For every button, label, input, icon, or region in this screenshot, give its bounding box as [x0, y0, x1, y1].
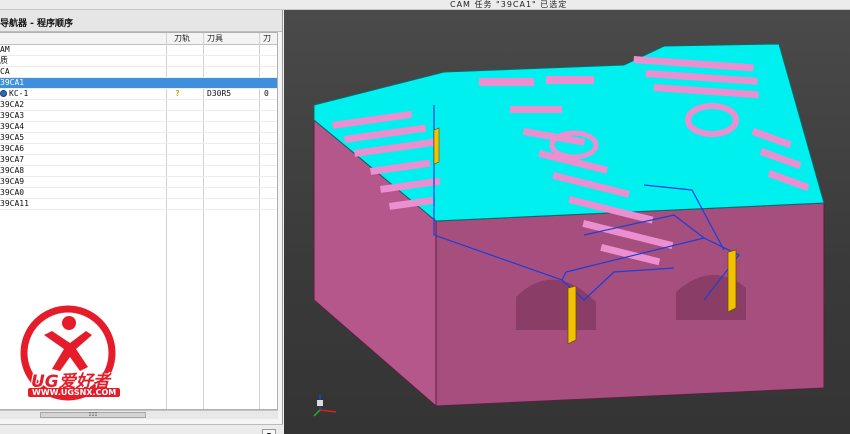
- row-name: 39CA11: [0, 199, 29, 208]
- row-name: 39CA8: [0, 166, 25, 175]
- row-tool-number: 0: [264, 89, 269, 98]
- list-item[interactable]: 39CA2: [0, 100, 277, 111]
- list-item[interactable]: 39CA8: [0, 166, 277, 177]
- column-tool-number[interactable]: 刀: [263, 33, 271, 44]
- row-tool: D30R5: [207, 89, 232, 98]
- list-item[interactable]: 39CA4: [0, 122, 277, 133]
- navigator-header: 导航器 - 程序顺序: [0, 10, 282, 32]
- row-name: 39CA5: [0, 133, 25, 142]
- list-item[interactable]: 39CA11: [0, 199, 277, 210]
- view-triad: [313, 394, 337, 417]
- list-item[interactable]: 39CA9: [0, 177, 277, 188]
- row-name: 39CA6: [0, 144, 25, 153]
- toolpath-status-icon: ?: [175, 89, 180, 98]
- operation-list: AM 质 CA 39CA1 KC-1 ? D30R5 0 39CA2 39CA3…: [0, 45, 277, 210]
- list-item[interactable]: 39CA7: [0, 155, 277, 166]
- column-toolpath[interactable]: 刀轨: [174, 33, 190, 44]
- list-item[interactable]: CA: [0, 67, 277, 78]
- row-name: 质: [0, 56, 8, 65]
- row-name: 39CA0: [0, 188, 25, 197]
- row-name: 39CA2: [0, 100, 25, 109]
- column-header-row: 刀轨 刀具 刀: [0, 33, 277, 45]
- list-item[interactable]: 质: [0, 56, 277, 67]
- list-item[interactable]: 39CA3: [0, 111, 277, 122]
- navigator-footer: ▼: [0, 424, 283, 434]
- list-item[interactable]: 39CA0: [0, 188, 277, 199]
- row-name: 39CA3: [0, 111, 25, 120]
- operation-row[interactable]: KC-1 ? D30R5 0: [0, 89, 277, 100]
- graphics-viewport[interactable]: [284, 10, 850, 434]
- row-name: KC-1: [9, 89, 29, 98]
- chevron-down-icon[interactable]: ▼: [262, 429, 276, 434]
- scrollbar-thumb[interactable]: III: [40, 412, 146, 418]
- part-model: [313, 43, 825, 417]
- list-item[interactable]: 39CA5: [0, 133, 277, 144]
- list-item[interactable]: AM: [0, 45, 277, 56]
- row-name: CA: [0, 67, 10, 76]
- row-name: 39CA4: [0, 122, 25, 131]
- navigator-title: 导航器 - 程序顺序: [0, 19, 74, 29]
- logo-head: [62, 316, 76, 330]
- list-item-selected[interactable]: 39CA1: [0, 78, 277, 89]
- watermark-url: WWW.UGSNX.COM: [28, 388, 121, 397]
- row-name-wrap: KC-1: [0, 89, 28, 99]
- row-name: 39CA7: [0, 155, 25, 164]
- window-titlebar: CAM 任务 "39CA1" 已选定: [0, 0, 850, 10]
- row-name: 39CA9: [0, 177, 25, 186]
- horizontal-scrollbar[interactable]: III: [0, 410, 278, 419]
- row-name: AM: [0, 45, 10, 54]
- row-name: 39CA1: [0, 78, 25, 87]
- list-item[interactable]: 39CA6: [0, 144, 277, 155]
- column-tool[interactable]: 刀具: [207, 33, 223, 44]
- cavity-mill-icon: [0, 90, 7, 97]
- window-title: CAM 任务 "39CA1" 已选定: [450, 0, 568, 9]
